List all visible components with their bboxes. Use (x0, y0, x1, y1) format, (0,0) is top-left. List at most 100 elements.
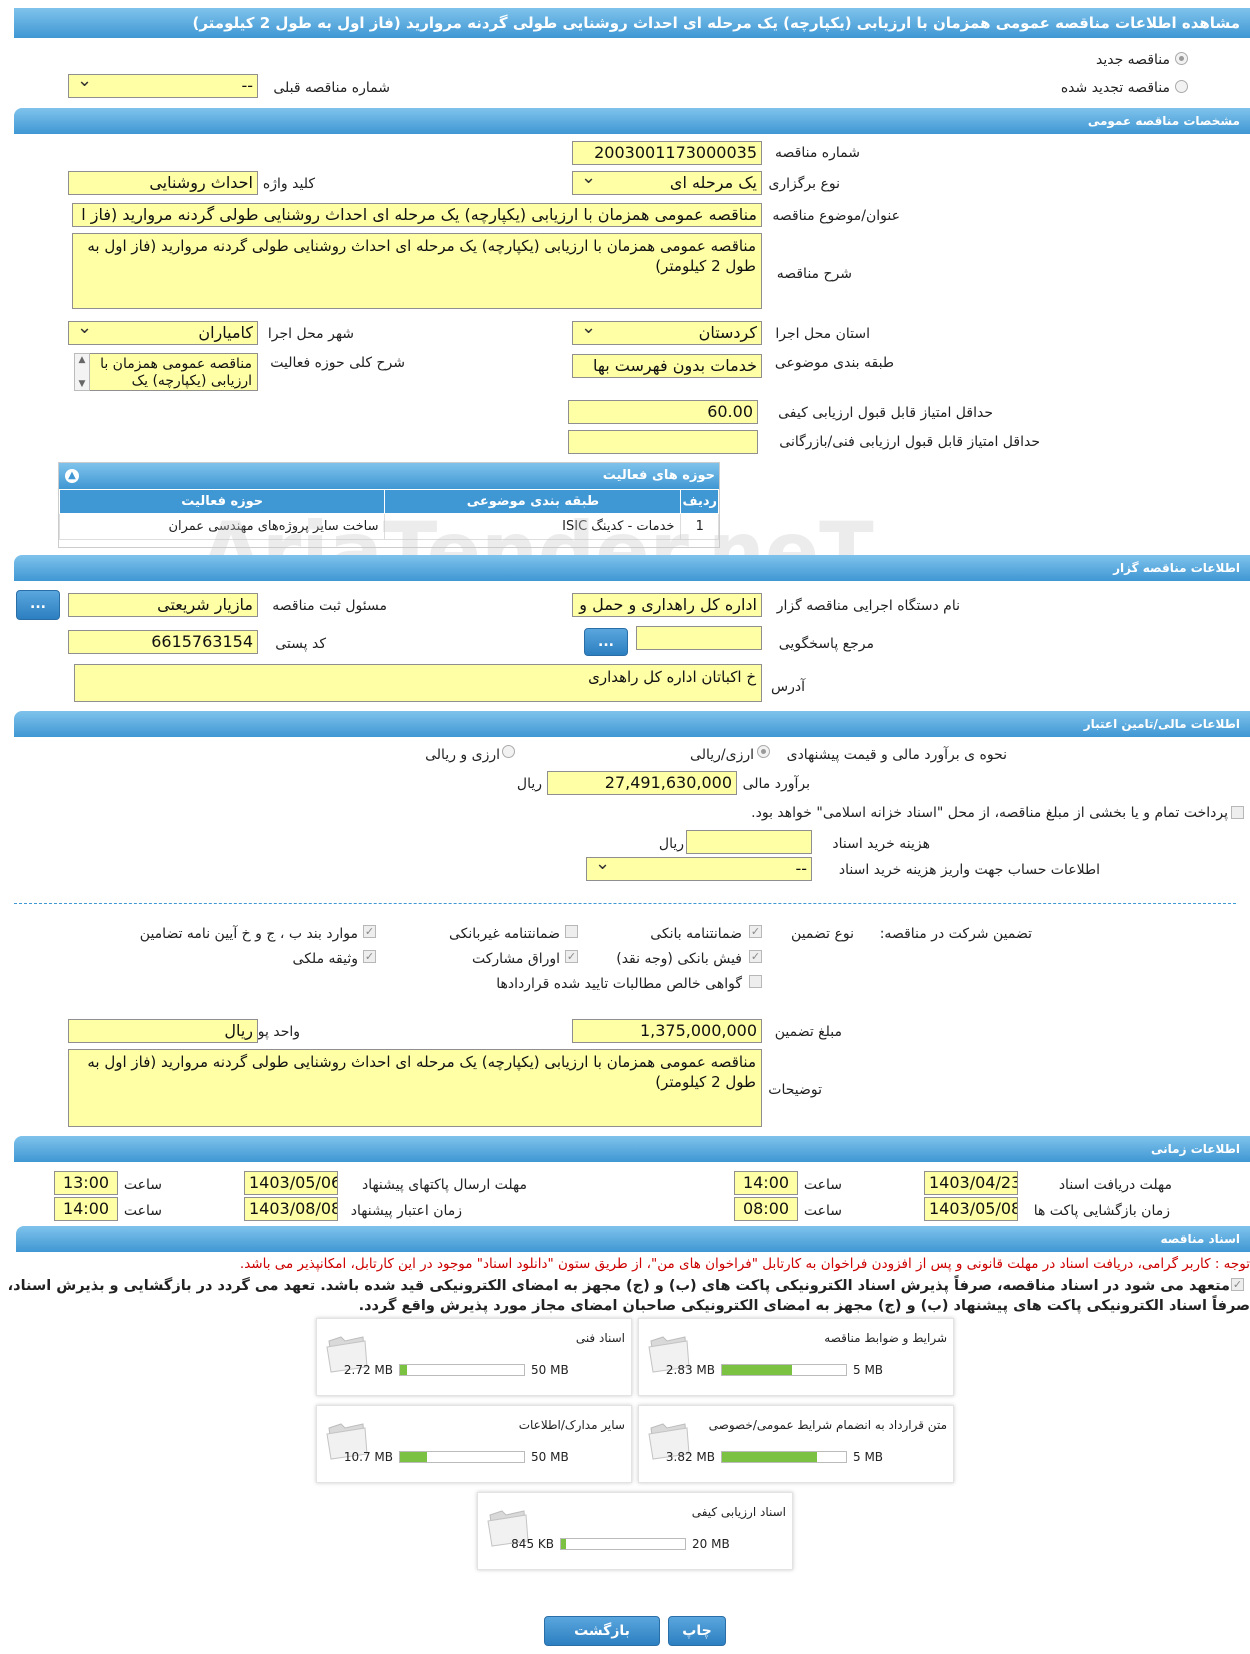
guarantee-type-label: نوع تضمین (791, 926, 854, 942)
size-progress (721, 1451, 847, 1463)
size-progress (399, 1451, 525, 1463)
document-tile[interactable]: شرایط و ضوابط مناقصه 2.83 MB 5 MB (638, 1318, 954, 1396)
doc-deadline-time: 14:00 (734, 1171, 798, 1195)
city-select[interactable]: کامیاران (68, 321, 258, 345)
cell-activity: ساخت سایر پروژه‌های مهندسی عمران (58, 513, 386, 540)
submit-deadline-time-label: ساعت (123, 1177, 162, 1193)
postal-field: 6615763154 (68, 630, 258, 654)
non-bank-guarantee-checkbox[interactable] (565, 925, 578, 938)
keyword-field: احداث روشنایی (68, 171, 258, 195)
document-name: اسناد فنی (575, 1331, 625, 1345)
size-progress-fill (400, 1365, 407, 1375)
size-progress (721, 1364, 847, 1376)
min-quality-field: 60.00 (568, 400, 758, 424)
clauses-label: موارد بند ب ، ج و خ آیین نامه تضامین (139, 926, 358, 942)
size-progress (399, 1364, 525, 1376)
net-claims-label: گواهی خالص مطالبات تایید شده قراردادها (496, 976, 742, 992)
currency-radio[interactable] (502, 745, 515, 758)
divider (14, 903, 1236, 904)
postal-label: کد پستی (275, 636, 326, 652)
validity-time-label: ساعت (123, 1203, 162, 1219)
max-size: 5 MB (853, 1450, 884, 1464)
opening-label: زمان بازگشایی پاکت ها (1033, 1203, 1170, 1219)
new-tender-label: مناقصه جدید (1095, 52, 1170, 68)
opening-time: 08:00 (734, 1197, 798, 1221)
col-activity: حوزه فعالیت (58, 489, 386, 514)
validity-label: زمان اعتبار پیشنهاد (350, 1203, 462, 1219)
amount-label: مبلغ تضمین (774, 1024, 842, 1040)
account-select[interactable]: -- (586, 857, 812, 881)
document-name: متن قرارداد به انضمام شرایط عمومی/خصوصی (708, 1418, 947, 1432)
document-tile[interactable]: اسناد ارزیابی کیفی 845 KB 20 MB (477, 1492, 793, 1570)
registrar-label: مسئول ثبت مناقصه (272, 598, 387, 614)
document-tile[interactable]: متن قرارداد به انضمام شرایط عمومی/خصوصی 3… (638, 1405, 954, 1483)
cell-row: 1 (680, 513, 719, 540)
renewed-tender-radio[interactable] (1175, 80, 1188, 93)
subject-label: عنوان/موضوع مناقصه (772, 208, 900, 224)
document-tile[interactable]: سایر مدارک/اطلاعات 10.7 MB 50 MB (316, 1405, 632, 1483)
guarantee-title: تضمین شرکت در مناقصه: (879, 926, 1032, 942)
document-tile[interactable]: اسناد فنی 2.72 MB 50 MB (316, 1318, 632, 1396)
activity-table-title: حوزه های فعالیت (602, 468, 715, 483)
treasury-checkbox[interactable] (1231, 806, 1244, 819)
type-select[interactable]: یک مرحله ای (572, 171, 762, 195)
tender-number-label: شماره مناقصه (775, 145, 860, 161)
bank-guarantee-checkbox[interactable]: ✓ (749, 925, 762, 938)
category-field: خدمات بدون فهرست بها (572, 354, 762, 378)
page-title-bar: مشاهده اطلاعات مناقصه عمومی همزمان با ار… (14, 8, 1250, 38)
validity-time: 14:00 (54, 1197, 118, 1221)
new-tender-radio[interactable] (1175, 52, 1188, 65)
activity-scrollbar[interactable]: ▲ ▼ (74, 353, 90, 391)
property-checkbox[interactable]: ✓ (363, 950, 376, 963)
org-field: اداره کل راهداری و حمل و نقل (572, 593, 762, 617)
bank-receipt-checkbox[interactable]: ✓ (749, 950, 762, 963)
currency-label: ارزی و ریالی (425, 747, 500, 763)
province-select[interactable]: کردستان (572, 321, 762, 345)
print-button[interactable]: چاپ (668, 1616, 726, 1646)
activity-field: مناقصه عمومی همزمان با ارزیابی (یکپارچه)… (78, 353, 258, 391)
organizer-section-bar: اطلاعات مناقصه گزار (14, 555, 1250, 581)
submit-deadline-date: 1403/05/06 (244, 1171, 338, 1195)
submit-deadline-label: مهلت ارسال پاکتهای پیشنهاد (361, 1177, 527, 1193)
doc-deadline-time-label: ساعت (803, 1177, 842, 1193)
subject-field: مناقصه عمومی همزمان با ارزیابی (یکپارچه)… (72, 203, 762, 227)
account-label: اطلاعات حساب جهت واریز هزینه خرید اسناد (838, 862, 1100, 878)
commitment-text: متعهد می شود در اسناد مناقصه، صرفاً پذیر… (7, 1278, 1250, 1314)
rial-radio[interactable] (757, 745, 770, 758)
timing-section-title: اطلاعات زمانی (1151, 1142, 1240, 1156)
type-label: نوع برگزاری (768, 176, 840, 192)
size-progress (560, 1538, 686, 1550)
prev-number-select[interactable]: -- (68, 74, 258, 98)
collapse-icon[interactable]: ▲ (65, 469, 79, 483)
general-section-bar: مشخصات مناقصه عمومی (14, 108, 1250, 134)
clauses-checkbox[interactable]: ✓ (363, 925, 376, 938)
activity-table: ردیف طبقه بندی موضوعی حوزه فعالیت 1 خدما… (58, 489, 719, 540)
document-name: شرایط و ضوابط مناقصه (824, 1331, 947, 1345)
document-name: سایر مدارک/اطلاعات (518, 1418, 625, 1432)
ref-lookup-button[interactable]: ... (584, 628, 628, 656)
max-size: 5 MB (853, 1363, 884, 1377)
used-size: 845 KB (511, 1537, 554, 1551)
registrar-lookup-button[interactable]: ... (16, 590, 60, 620)
back-button[interactable]: بازگشت (544, 1616, 660, 1646)
col-category: طبقه بندی موضوعی (384, 489, 682, 514)
org-label: نام دستگاه اجرایی مناقصه گزار (776, 598, 960, 614)
opening-date: 1403/05/08 (924, 1197, 1018, 1221)
estimate-label: برآورد مالی (742, 776, 810, 792)
bonds-label: اوراق مشارکت (471, 951, 560, 967)
renewed-tender-label: مناقصه تجدید شده (1060, 80, 1170, 96)
notes-field: مناقصه عمومی همزمان با ارزیابی (یکپارچه)… (68, 1049, 762, 1127)
page-title: مشاهده اطلاعات مناقصه عمومی همزمان با ار… (192, 14, 1240, 32)
submit-deadline-time: 13:00 (54, 1171, 118, 1195)
opening-time-label: ساعت (803, 1203, 842, 1219)
bank-guarantee-label: ضمانتنامه بانکی (650, 926, 742, 942)
doc-deadline-date: 1403/04/23 (924, 1171, 1018, 1195)
province-label: استان محل اجرا (775, 326, 870, 342)
max-size: 20 MB (692, 1537, 730, 1551)
bonds-checkbox[interactable]: ✓ (565, 950, 578, 963)
min-quality-label: حداقل امتیاز قابل قبول ارزیابی کیفی (778, 405, 993, 421)
activity-label: شرح کلی حوزه فعالیت (270, 355, 405, 371)
net-claims-checkbox[interactable] (749, 975, 762, 988)
doc-fee-field (686, 830, 812, 854)
doc-fee-unit: ریال (658, 836, 684, 852)
